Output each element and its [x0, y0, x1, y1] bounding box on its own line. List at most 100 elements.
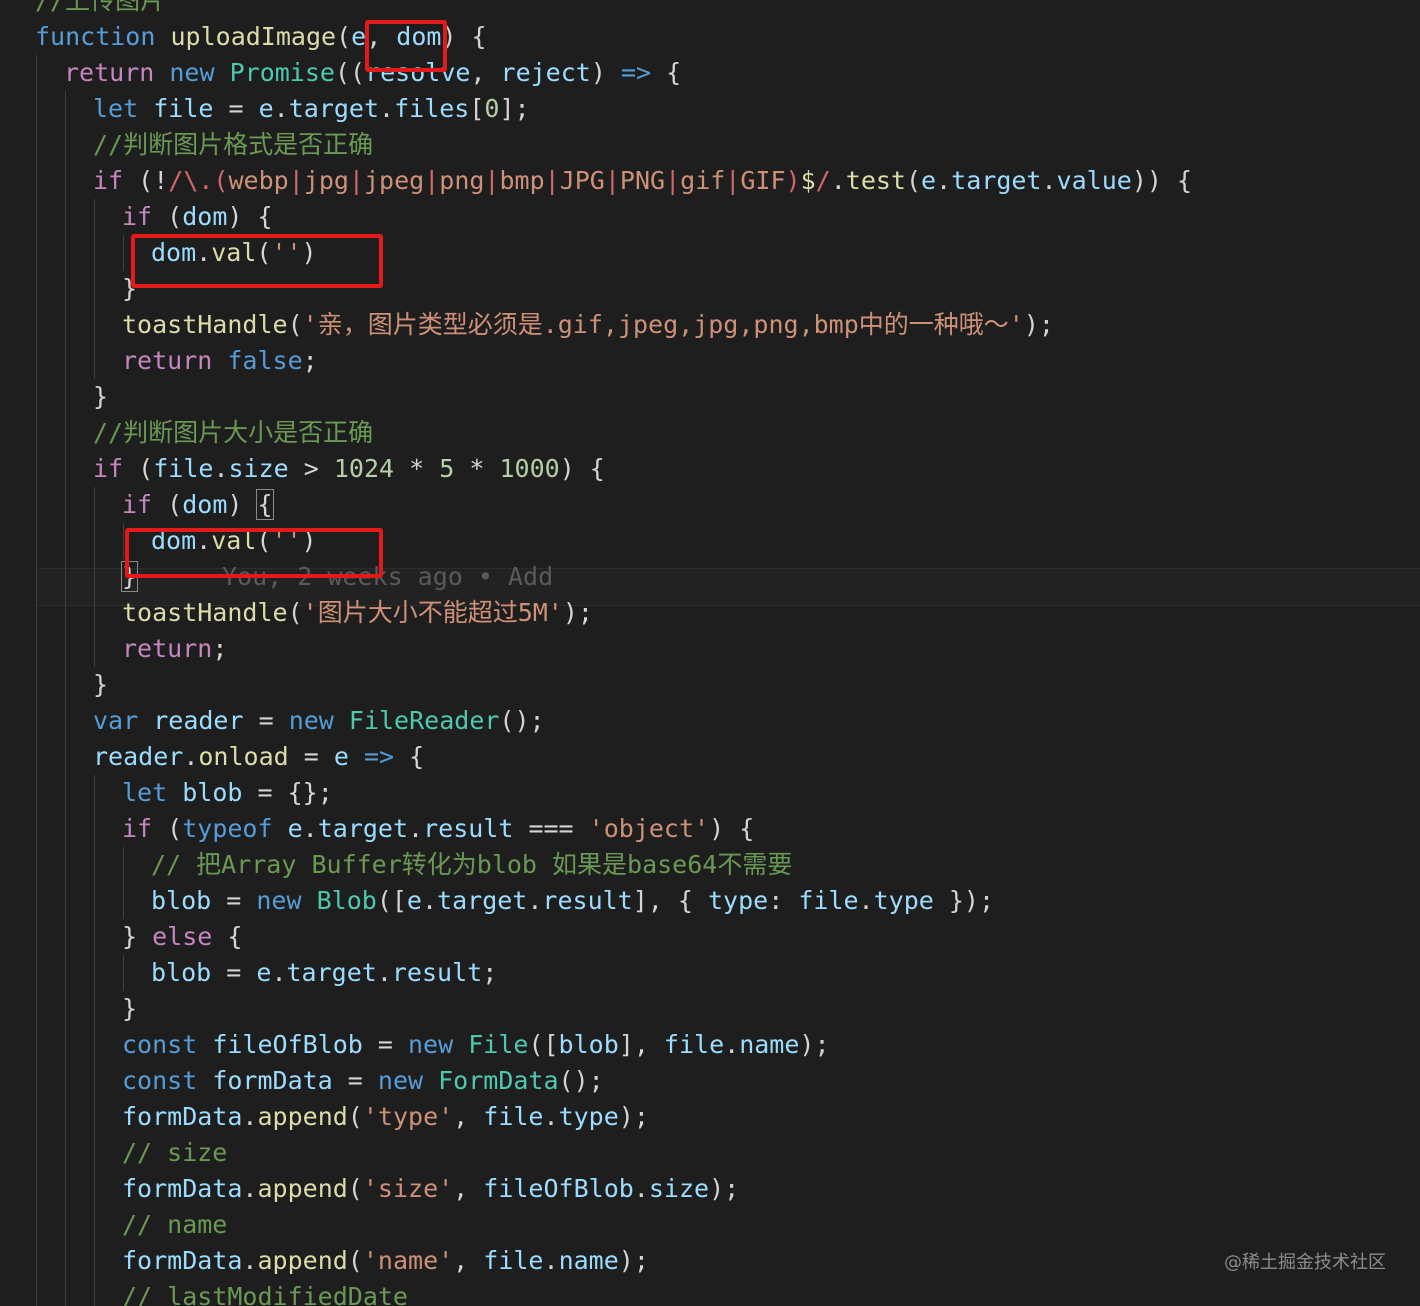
code-line[interactable]: // size	[0, 1135, 1420, 1171]
indent-guide	[94, 775, 95, 811]
code-token: {	[256, 489, 274, 520]
code-text: blob = new Blob([e.target.result], { typ…	[151, 883, 994, 919]
code-token: reader	[93, 742, 184, 771]
code-line[interactable]: //判断图片格式是否正确	[0, 127, 1420, 163]
indent-guide	[94, 811, 95, 847]
code-token: gif	[680, 166, 726, 195]
indent-guide	[65, 379, 66, 415]
indent-guide	[65, 91, 66, 127]
code-line[interactable]: if (dom) {	[0, 199, 1420, 235]
code-line[interactable]: let file = e.target.files[0];	[0, 91, 1420, 127]
code-token: {	[212, 922, 243, 951]
indent-guide	[65, 523, 66, 559]
code-token: const	[122, 1030, 198, 1059]
indent-guide	[36, 307, 37, 343]
code-line[interactable]: formData.append('name', file.name);	[0, 1243, 1420, 1279]
code-token: :	[768, 886, 799, 915]
code-token: (	[287, 598, 303, 627]
indent-guide	[65, 919, 66, 955]
code-line[interactable]: function uploadImage(e, dom) {	[0, 19, 1420, 55]
code-token: |	[725, 166, 741, 195]
code-token: (	[152, 202, 183, 231]
code-line[interactable]: //上传图片	[0, 0, 1420, 19]
code-line[interactable]: blob = e.target.result;	[0, 955, 1420, 991]
code-line[interactable]: if (typeof e.target.result === 'object')…	[0, 811, 1420, 847]
code-token: onload	[198, 742, 289, 771]
code-token: *	[454, 454, 500, 483]
code-line[interactable]: const fileOfBlob = new File([blob], file…	[0, 1027, 1420, 1063]
code-line[interactable]: const formData = new FormData();	[0, 1063, 1420, 1099]
code-text: const fileOfBlob = new File([blob], file…	[122, 1027, 830, 1063]
code-token: }	[122, 922, 153, 951]
code-line[interactable]: blob = new Blob([e.target.result], { typ…	[0, 883, 1420, 919]
indent-guide	[36, 703, 37, 739]
code-lines[interactable]: //上传图片 function uploadImage(e, dom) {retu…	[0, 0, 1420, 1306]
code-token: );	[799, 1030, 830, 1059]
indent-guide	[36, 451, 37, 487]
code-token: =>	[363, 742, 395, 771]
code-token: fileOfBlob	[212, 1030, 363, 1059]
code-token: |	[348, 166, 364, 195]
code-token: .	[527, 886, 543, 915]
code-token: {	[394, 742, 425, 771]
indent-guide	[36, 631, 37, 667]
indent-guide	[36, 811, 37, 847]
code-token: (	[347, 1174, 363, 1203]
indent-guide	[65, 1171, 66, 1207]
code-line[interactable]: if (dom) {	[0, 487, 1420, 523]
indent-guide	[65, 487, 66, 523]
code-line[interactable]: return false;	[0, 343, 1420, 379]
code-token: ();	[558, 1066, 604, 1095]
code-line[interactable]: var reader = new FileReader();	[0, 703, 1420, 739]
code-token: .	[242, 1246, 258, 1275]
indent-guide	[36, 415, 37, 451]
code-token: ;	[482, 958, 498, 987]
indent-guide	[94, 1027, 95, 1063]
code-line[interactable]: }	[0, 379, 1420, 415]
code-line[interactable]: return new Promise((resolve, reject) => …	[0, 55, 1420, 91]
code-token: return	[122, 346, 213, 375]
code-token: |	[544, 166, 560, 195]
code-line[interactable]: //判断图片大小是否正确	[0, 415, 1420, 451]
code-line[interactable]: return;	[0, 631, 1420, 667]
code-token: webp	[228, 166, 289, 195]
code-line[interactable]: }	[0, 991, 1420, 1027]
code-token: file	[153, 454, 214, 483]
code-line[interactable]: if (!/\.(webp|jpg|jpeg|png|bmp|JPG|PNG|g…	[0, 163, 1420, 199]
indent-guide	[36, 1207, 37, 1243]
code-text: // size	[122, 1135, 227, 1171]
code-line[interactable]: let blob = {};	[0, 775, 1420, 811]
code-token: Promise	[229, 58, 335, 87]
code-line[interactable]: if (file.size > 1024 * 5 * 1000) {	[0, 451, 1420, 487]
code-token: type	[873, 886, 934, 915]
code-token: );	[618, 1246, 649, 1275]
code-line[interactable]: // lastModifiedDate	[0, 1279, 1420, 1306]
code-line[interactable]: formData.append('type', file.type);	[0, 1099, 1420, 1135]
code-line[interactable]: // name	[0, 1207, 1420, 1243]
code-token: formData	[122, 1174, 243, 1203]
code-line[interactable]: reader.onload = e => {	[0, 739, 1420, 775]
code-token: }	[122, 994, 138, 1023]
indent-guide	[65, 739, 66, 775]
indent-guide	[36, 991, 37, 1027]
indent-guide	[94, 1279, 95, 1306]
code-line[interactable]: toastHandle('亲，图片类型必须是.gif,jpeg,jpg,png,…	[0, 307, 1420, 343]
indent-guide	[94, 487, 95, 523]
code-line[interactable]: toastHandle('图片大小不能超过5M');	[0, 595, 1420, 631]
highlight-box-dom-param	[365, 20, 447, 72]
code-line[interactable]: }	[0, 667, 1420, 703]
indent-guide	[94, 1099, 95, 1135]
indent-guide	[65, 847, 66, 883]
indent-guide	[65, 811, 66, 847]
code-line[interactable]: } else {	[0, 919, 1420, 955]
indent-guide	[94, 235, 95, 271]
indent-guide	[123, 955, 124, 991]
code-line[interactable]: formData.append('size', fileOfBlob.size)…	[0, 1171, 1420, 1207]
code-editor[interactable]: //上传图片 function uploadImage(e, dom) {retu…	[0, 0, 1420, 1306]
code-token: '图片大小不能超过5M'	[302, 598, 563, 627]
code-line[interactable]: // 把Array Buffer转化为blob 如果是base64不需要	[0, 847, 1420, 883]
code-token: ===	[513, 814, 589, 843]
